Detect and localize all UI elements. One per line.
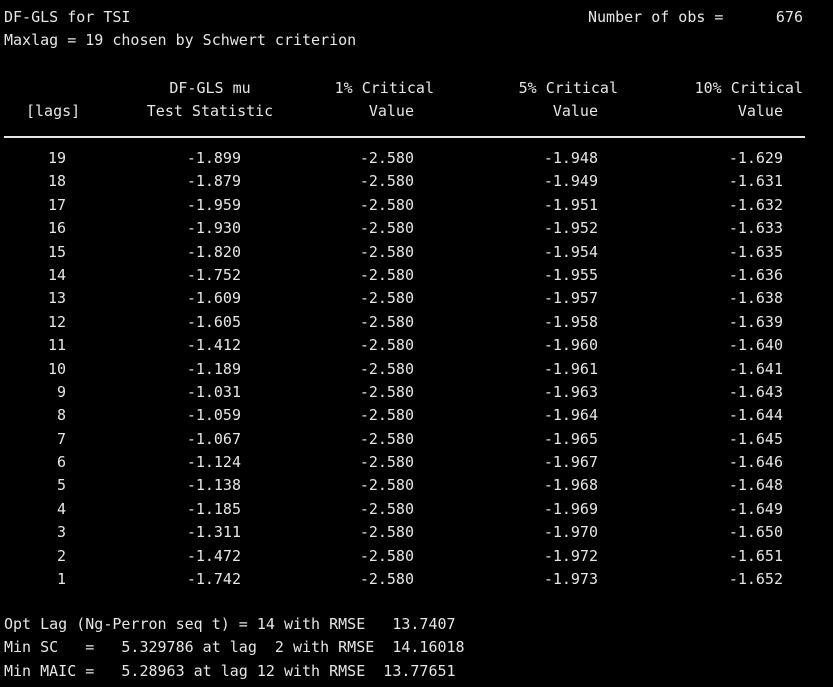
- critical-10pct-cell: -1.633: [728, 219, 783, 238]
- col-lag-head2: [lags]: [26, 102, 81, 120]
- title-line: DF-GLS for TSI Number of obs = 676: [4, 6, 829, 29]
- critical-10pct-cell: -1.644: [728, 406, 783, 425]
- critical-10pct-cell: -1.651: [728, 546, 783, 565]
- critical-10pct-cell: -1.640: [728, 336, 783, 355]
- critical-10pct-cell: -1.643: [728, 382, 783, 401]
- critical-10pct-cell: -1.641: [728, 359, 783, 378]
- col-stat-head1: DF-GLS mu: [169, 79, 251, 97]
- summary-block: Opt Lag (Ng-Perron seq t) = 14 with RMSE…: [4, 613, 829, 683]
- table-row: 5 -1.138 -2.580 -1.968 -1.648: [4, 474, 829, 497]
- col-c10-head2: Value: [737, 102, 783, 120]
- test-title: DF-GLS for TSI: [4, 8, 131, 26]
- stata-output: DF-GLS for TSI Number of obs = 676 Maxla…: [4, 6, 829, 680]
- critical-10pct-cell: -1.629: [728, 149, 783, 167]
- critical-10pct-cell: -1.649: [728, 499, 783, 518]
- table-row: 19 -1.899 -2.580 -1.948 -1.629: [4, 147, 829, 170]
- table-row: 18 -1.879 -2.580 -1.949 -1.631: [4, 170, 829, 193]
- maxlag-text: Maxlag = 19 chosen by Schwert criterion: [4, 31, 357, 50]
- col-c10-head1: 10% Critical: [694, 79, 803, 97]
- col-c1-head2: Value: [368, 102, 414, 120]
- table-row: 13 -1.609 -2.580 -1.957 -1.638: [4, 287, 829, 310]
- maxlag-line: Maxlag = 19 chosen by Schwert criterion: [4, 29, 829, 52]
- col-stat-head2: Test Statistic: [146, 102, 274, 120]
- col-c1-head1: 1% Critical: [334, 79, 434, 97]
- table-row: 4 -1.185 -2.580 -1.969 -1.649: [4, 498, 829, 521]
- critical-10pct-cell: -1.635: [728, 242, 783, 261]
- obs-value: 676: [775, 8, 803, 26]
- min-maic-line: Min MAIC = 5.28963 at lag 12 with RMSE 1…: [4, 661, 456, 680]
- table-row: 12 -1.605 -2.580 -1.958 -1.639: [4, 311, 829, 334]
- table-row: 7 -1.067 -2.580 -1.965 -1.645: [4, 428, 829, 451]
- column-header-row-1: DF-GLS mu 1% Critical 5% Critical 10% Cr…: [4, 77, 829, 100]
- table-row: 11 -1.412 -2.580 -1.960 -1.640: [4, 334, 829, 357]
- table-row: 17 -1.959 -2.580 -1.951 -1.632: [4, 194, 829, 217]
- results-table: 19 -1.899 -2.580 -1.948 -1.629 18 -1.879…: [4, 147, 829, 591]
- table-row: 10 -1.189 -2.580 -1.961 -1.641: [4, 358, 829, 381]
- column-header-row-2: [lags] Test Statistic Value Value Value: [4, 100, 829, 123]
- critical-10pct-cell: -1.639: [728, 312, 783, 331]
- critical-10pct-cell: -1.648: [728, 476, 783, 495]
- critical-10pct-cell: -1.652: [728, 570, 783, 589]
- col-c5-head2: Value: [552, 102, 598, 120]
- table-row: 3 -1.311 -2.580 -1.970 -1.650: [4, 521, 829, 544]
- table-row: 9 -1.031 -2.580 -1.963 -1.643: [4, 381, 829, 404]
- critical-10pct-cell: -1.632: [728, 195, 783, 214]
- table-row: 16 -1.930 -2.580 -1.952 -1.633: [4, 217, 829, 240]
- critical-10pct-cell: -1.650: [728, 523, 783, 542]
- header-divider: [4, 136, 805, 138]
- critical-10pct-cell: -1.636: [728, 265, 783, 284]
- critical-10pct-cell: -1.646: [728, 453, 783, 472]
- table-row: 15 -1.820 -2.580 -1.954 -1.635: [4, 241, 829, 264]
- critical-10pct-cell: -1.645: [728, 429, 783, 448]
- col-c5-head1: 5% Critical: [518, 79, 618, 97]
- opt-lag-line: Opt Lag (Ng-Perron seq t) = 14 with RMSE…: [4, 615, 456, 633]
- obs-label: Number of obs =: [588, 8, 724, 26]
- table-row: 1 -1.742 -2.580 -1.973 -1.652: [4, 568, 829, 591]
- min-sc-line: Min SC = 5.329786 at lag 2 with RMSE 14.…: [4, 638, 465, 657]
- critical-10pct-cell: -1.638: [728, 289, 783, 308]
- table-row: 2 -1.472 -2.580 -1.972 -1.651: [4, 545, 829, 568]
- table-row: 6 -1.124 -2.580 -1.967 -1.646: [4, 451, 829, 474]
- table-row: 14 -1.752 -2.580 -1.955 -1.636: [4, 264, 829, 287]
- critical-10pct-cell: -1.631: [728, 172, 783, 191]
- table-row: 8 -1.059 -2.580 -1.964 -1.644: [4, 404, 829, 427]
